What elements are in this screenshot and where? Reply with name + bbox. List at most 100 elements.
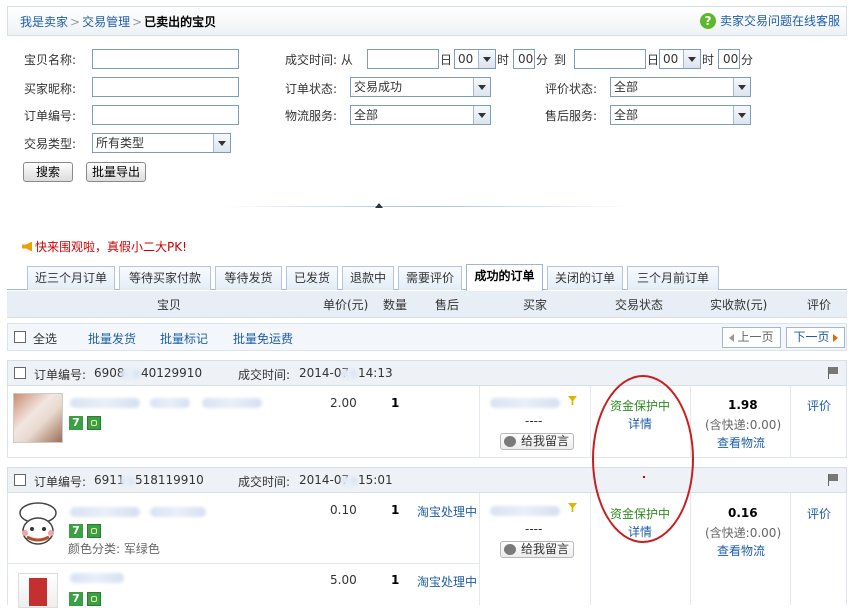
view-logistics-link[interactable]: 查看物流 [717,434,765,451]
tab-closed-orders[interactable]: 关闭的订单 [547,266,623,290]
cell-divider [590,386,591,457]
masked-buyer-name[interactable] [490,398,560,408]
tab-recent-three-months[interactable]: 近三个月订单 [27,266,115,290]
masked-item-title[interactable] [70,507,140,517]
guarantee-icon [87,416,101,430]
tab-older-orders[interactable]: 三个月前订单 [627,266,719,290]
masked-item-title[interactable] [202,398,262,408]
breadcrumb-current: 已卖出的宝贝 [144,15,217,29]
chevron-right-icon [832,333,838,342]
help-link[interactable]: ? 卖家交易问题在线客服 [699,12,840,29]
breadcrumb-seller[interactable]: 我是卖家 [20,15,68,29]
item-sku: 颜色分类: 军绿色 [68,542,160,556]
col-unit-price: 单价(元) [323,298,369,312]
item-thumbnail[interactable] [13,393,63,443]
flag-icon[interactable] [828,474,838,486]
help-text[interactable]: 卖家交易问题在线客服 [720,12,840,29]
after-sale-select[interactable]: 全部 [610,105,751,125]
order-status-select[interactable]: 交易成功 [350,77,491,97]
trade-type-select[interactable]: 所有类型 [92,133,231,153]
deal-time-from-date[interactable] [367,49,439,69]
tab-successful-orders[interactable]: 成功的订单 [466,264,543,291]
logistics-value: 全部 [354,108,379,122]
from-minute-input[interactable]: 00 [513,49,535,69]
chevron-down-icon [733,106,750,124]
unit-price: 5.00 [330,573,357,587]
masked-item-title[interactable] [150,507,206,517]
batch-ship-link[interactable]: 批量发货 [88,330,136,347]
deal-time-to-date[interactable] [574,49,646,69]
seven-day-return-icon: 7 [69,524,83,538]
item-divider [8,563,479,564]
order-no-suffix: 40129910 [141,366,203,380]
day-char: 日 [440,53,453,67]
promo-text[interactable]: 快来围观啦，真假小二大PK! [35,238,187,255]
export-button[interactable]: 批量导出 [86,162,146,182]
collapse-arrow-icon[interactable] [375,203,383,208]
order-no-input[interactable] [92,105,239,125]
buyer-nick-input[interactable] [92,77,239,97]
after-sale-status-link[interactable]: 淘宝处理中 [417,573,477,590]
masked-item-title[interactable] [150,398,190,408]
buyer-nick-label: 买家昵称: [24,82,77,96]
deal-time-label: 成交时间: [238,368,291,382]
after-sale-status-link[interactable]: 淘宝处理中 [417,503,477,520]
order-checkbox[interactable] [14,474,26,486]
tab-awaiting-shipment[interactable]: 等待发货 [215,266,282,290]
after-sale-label: 售后服务: [545,109,598,123]
breadcrumb-separator: > [70,15,81,29]
breadcrumb-separator: > [132,15,143,29]
minute-char: 分 [536,53,549,67]
buyer-dash: ---- [525,414,543,428]
select-all-checkbox[interactable] [14,331,26,343]
review-link[interactable]: 评价 [807,505,831,522]
review-status-select[interactable]: 全部 [610,77,751,97]
masked-item-title[interactable] [70,398,140,408]
batch-free-ship-link[interactable]: 批量免运费 [233,330,293,347]
item-thumbnail[interactable] [18,573,58,608]
tab-shipped[interactable]: 已发货 [286,266,338,290]
tab-awaiting-payment[interactable]: 等待买家付款 [119,266,211,290]
shipping-fee: (含快递:0.00) [705,526,782,540]
chevron-down-icon [473,106,490,124]
breadcrumb-trade-manage[interactable]: 交易管理 [82,15,130,29]
cell-divider [479,493,480,605]
order-no-label: 订单编号: [34,475,87,489]
prev-page-button[interactable]: 上一页 [722,327,781,348]
order-no-label: 订单编号: [24,109,77,123]
logistics-select[interactable]: 全部 [350,105,491,125]
flag-icon[interactable] [828,367,838,379]
item-thumbnail[interactable] [13,499,63,549]
view-logistics-link[interactable]: 查看物流 [717,542,765,559]
tab-need-review[interactable]: 需要评价 [398,266,462,290]
item-name-input[interactable] [92,49,239,69]
paid-amount: 0.16 [728,506,758,520]
to-minute-input[interactable]: 00 [718,49,740,69]
trade-type-value: 所有类型 [96,136,145,150]
tab-refunding[interactable]: 退款中 [342,266,394,290]
review-status-label: 评价状态: [545,82,598,96]
from-hour-select[interactable]: 00 [454,49,496,69]
next-page-button[interactable]: 下一页 [786,327,845,348]
filter-icon[interactable] [568,503,577,512]
review-link[interactable]: 评价 [807,397,831,414]
masked-deal-time [341,369,357,379]
masked-buyer-name[interactable] [490,506,560,516]
quantity: 1 [391,503,400,517]
batch-mark-link[interactable]: 批量标记 [160,330,208,347]
next-page-label: 下一页 [793,330,830,344]
form-divider [220,206,630,207]
order-body: 7 颜色分类: 军绿色 0.10 1 淘宝处理中 7 5.00 1 淘宝处理中 … [7,493,847,608]
leave-message-button[interactable]: 给我留言 [500,433,575,450]
filter-icon[interactable] [568,396,577,405]
order-checkbox[interactable] [14,367,26,379]
leave-message-button[interactable]: 给我留言 [500,541,575,558]
masked-item-title[interactable] [70,573,124,583]
promo-link[interactable]: 快来围观啦，真假小二大PK! [22,238,187,255]
to-hour-select[interactable]: 00 [659,49,701,69]
table-header: 宝贝 单价(元) 数量 售后 买家 交易状态 实收款(元) 评价 [7,291,847,318]
cell-divider [479,386,480,457]
masked-order-no [120,369,140,379]
search-button[interactable]: 搜索 [23,162,73,182]
deal-time-suffix: 15:01 [358,473,393,487]
